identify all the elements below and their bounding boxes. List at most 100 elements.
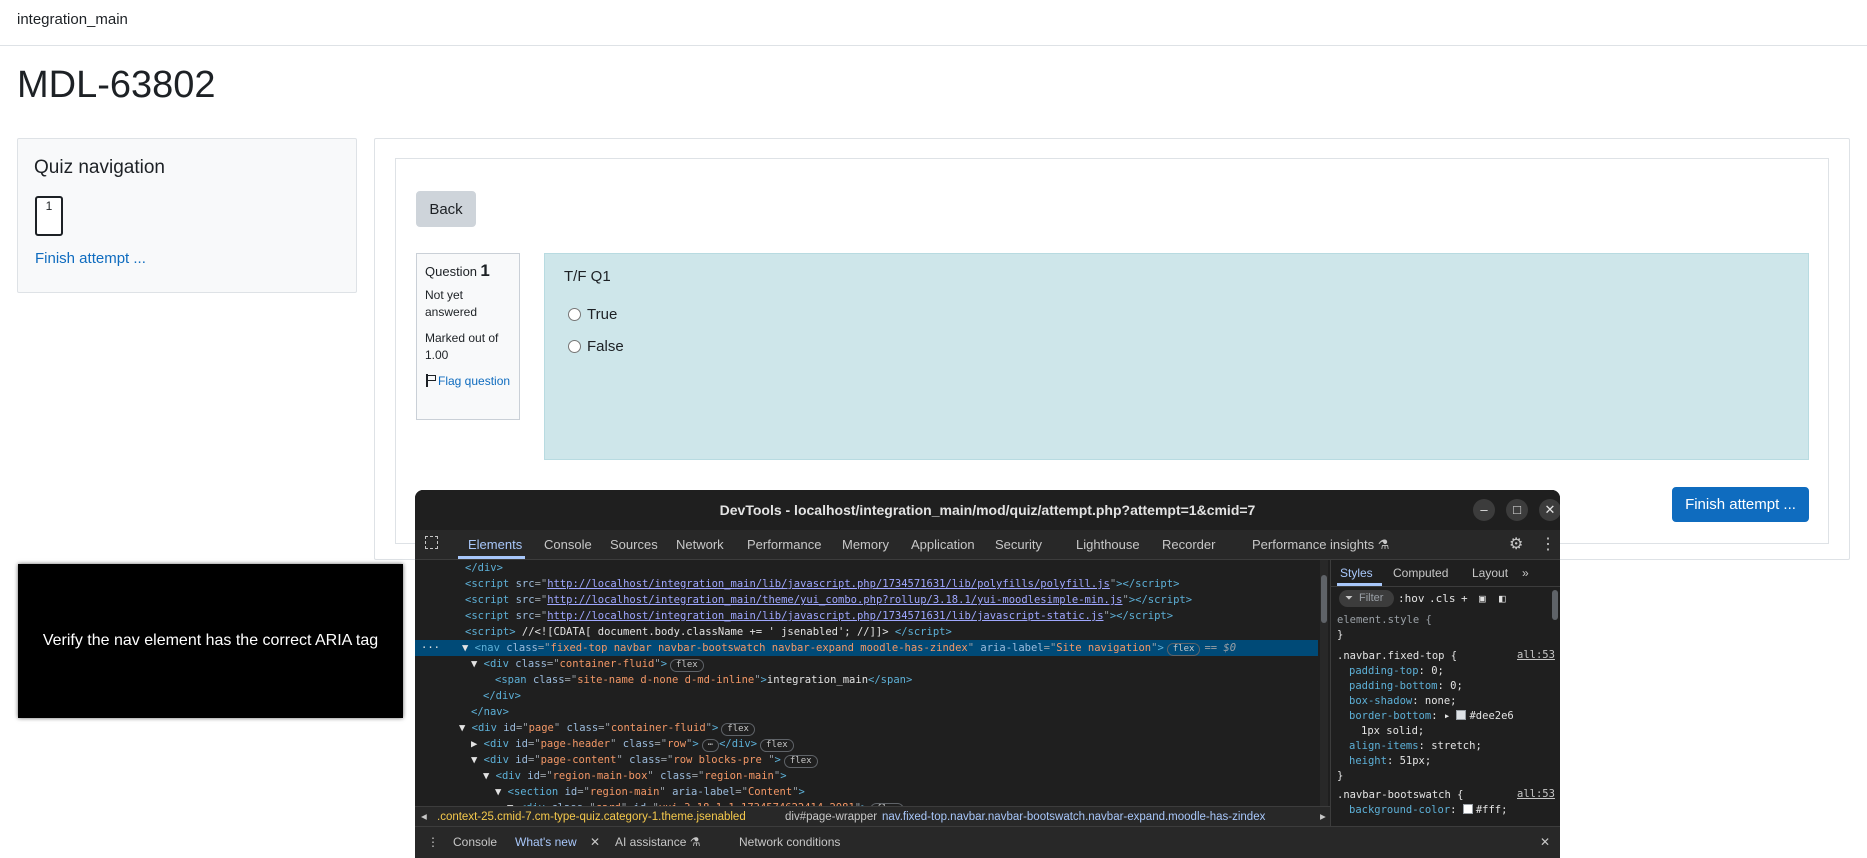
more-tabs-icon[interactable]: » <box>1522 566 1529 580</box>
breadcrumb-page-wrapper[interactable]: div#page-wrapper <box>785 807 877 827</box>
page-title: MDL-63802 <box>17 64 216 106</box>
new-rule-icon[interactable]: + <box>1461 592 1468 605</box>
sidebar-toggle-icon[interactable]: ◧ <box>1499 592 1506 605</box>
flex-badge[interactable]: flex <box>1166 643 1201 656</box>
color-swatch[interactable] <box>1456 710 1467 720</box>
dom-line[interactable]: <script src="http://localhost/integratio… <box>415 576 1179 592</box>
devtools-titlebar[interactable]: DevTools - localhost/integration_main/mo… <box>415 490 1560 530</box>
tab-elements[interactable]: Elements <box>468 537 522 552</box>
close-tab-icon[interactable]: ✕ <box>590 835 600 849</box>
flag-question-link[interactable]: Flag question <box>425 373 511 390</box>
answer-true[interactable]: True <box>568 306 617 323</box>
dom-line[interactable]: ▶ <div id="page-header" class="row"> ⋯ </d… <box>415 736 794 752</box>
dom-line[interactable]: ▼ <div id="page-content" class="row bloc… <box>415 752 818 768</box>
drawer-tab-network-conditions[interactable]: Network conditions <box>739 835 840 849</box>
breadcrumb-scroll-right-icon[interactable]: ▸ <box>1320 807 1326 827</box>
css-declaration[interactable]: background-color: #fff; <box>1337 803 1507 818</box>
dom-line[interactable]: </div> <box>415 688 521 704</box>
dom-line[interactable]: ▼ <div id="region-main-box" class="regio… <box>415 768 787 784</box>
paint-icon[interactable]: ▣ <box>1479 592 1486 605</box>
tab-security[interactable]: Security <box>995 537 1042 552</box>
tab-console[interactable]: Console <box>544 537 592 552</box>
dom-line[interactable]: ▼ <div id="page" class="container-fluid"… <box>415 720 755 736</box>
script-src-link[interactable]: http://localhost/integration_main/theme/… <box>547 594 1122 606</box>
more-options-icon[interactable]: ⋮ <box>1540 534 1556 554</box>
back-button[interactable]: Back <box>416 191 476 227</box>
devtools-title: DevTools - localhost/integration_main/mo… <box>719 502 1256 518</box>
dom-line[interactable]: ▼ <section id="region-main" aria-label="… <box>415 784 805 800</box>
dom-breadcrumbs: ◂ .context-25.cmid-7.cm-type-quiz.catego… <box>415 806 1330 827</box>
question-nav-button-1[interactable]: 1 <box>35 196 63 236</box>
question-number: Question 1 <box>425 262 511 281</box>
inspect-element-icon[interactable] <box>425 536 438 549</box>
dom-line-selected-nav[interactable]: ··· ▼ <nav class="fixed-top navbar navbar… <box>415 640 1318 656</box>
dom-line[interactable]: <span class="site-name d-none d-md-inlin… <box>415 672 912 688</box>
tab-performance-insights[interactable]: Performance insights ⚗ <box>1252 537 1389 553</box>
rule-source-link[interactable]: all:53 <box>1517 649 1555 661</box>
css-declaration[interactable]: padding-top: 0; <box>1337 664 1444 679</box>
flex-badge[interactable]: flex <box>783 755 818 768</box>
dom-line[interactable]: <script src="http://localhost/integratio… <box>415 592 1192 608</box>
tab-application[interactable]: Application <box>911 537 975 552</box>
answer-false[interactable]: False <box>568 338 624 355</box>
breadcrumb-scroll-left-icon[interactable]: ◂ <box>421 807 427 827</box>
script-src-link[interactable]: http://localhost/integration_main/lib/ja… <box>547 610 1103 622</box>
answer-false-radio[interactable] <box>568 340 581 353</box>
rule-selector[interactable]: .navbar-bootswatch { <box>1337 788 1463 803</box>
rule-source-link[interactable]: all:53 <box>1517 788 1555 800</box>
color-swatch[interactable] <box>1462 804 1473 814</box>
minimize-button[interactable]: – <box>1473 499 1495 521</box>
finish-attempt-link[interactable]: Finish attempt ... <box>35 250 146 267</box>
class-toggle[interactable]: .cls <box>1429 592 1456 605</box>
flag-icon <box>425 374 436 387</box>
element-style-selector[interactable]: element.style { <box>1337 613 1432 628</box>
tab-layout[interactable]: Layout <box>1472 566 1508 580</box>
css-declaration[interactable]: box-shadow: none; <box>1337 694 1456 709</box>
collapsed-ellipsis[interactable]: ⋯ <box>701 739 720 752</box>
dom-tag: </div> <box>465 562 503 574</box>
drawer-tab-whats-new[interactable]: What's new <box>515 835 577 849</box>
question-state: Not yet answered <box>425 288 478 319</box>
question-number-value: 1 <box>480 261 490 280</box>
answer-true-radio[interactable] <box>568 308 581 321</box>
drawer-tab-console[interactable]: Console <box>453 835 497 849</box>
finish-attempt-button[interactable]: Finish attempt ... <box>1672 487 1809 522</box>
breadcrumb-nav[interactable]: nav.fixed-top.navbar.navbar-bootswatch.n… <box>882 807 1265 827</box>
dom-scrollbar-thumb[interactable] <box>1321 575 1327 623</box>
close-window-button[interactable]: ✕ <box>1539 499 1560 521</box>
css-declaration[interactable]: height: 51px; <box>1337 754 1431 769</box>
drawer-tab-ai-assistance[interactable]: AI assistance ⚗ <box>615 835 700 849</box>
question-text: T/F Q1 <box>564 268 611 285</box>
dom-line[interactable]: </nav> <box>415 704 509 720</box>
close-drawer-icon[interactable]: ✕ <box>1540 835 1550 849</box>
tab-computed[interactable]: Computed <box>1393 566 1448 580</box>
script-src-link[interactable]: http://localhost/integration_main/lib/ja… <box>547 578 1110 590</box>
tab-recorder[interactable]: Recorder <box>1162 537 1215 552</box>
dom-line[interactable]: ▼ <div class="container-fluid"> flex <box>415 656 704 672</box>
flex-badge[interactable]: flex <box>721 723 755 736</box>
styles-filter-input[interactable]: Filter <box>1339 590 1394 607</box>
answer-false-label: False <box>587 338 624 355</box>
css-declaration[interactable]: border-bottom: ▸ #dee2e6 <box>1337 709 1514 724</box>
tab-sources[interactable]: Sources <box>610 537 658 552</box>
dom-line[interactable]: </div> <box>415 560 503 576</box>
tab-network[interactable]: Network <box>676 537 724 552</box>
css-declaration[interactable]: padding-bottom: 0; <box>1337 679 1463 694</box>
tab-performance[interactable]: Performance <box>747 537 821 552</box>
styles-scrollbar-thumb[interactable] <box>1552 590 1558 620</box>
breadcrumb-body[interactable]: .context-25.cmid-7.cm-type-quiz.category… <box>437 807 746 827</box>
dom-line[interactable]: <script> //<![CDATA[ document.body.class… <box>415 624 952 640</box>
settings-gear-icon[interactable]: ⚙ <box>1509 534 1523 554</box>
tab-styles[interactable]: Styles <box>1340 566 1373 580</box>
dom-line[interactable]: <script src="http://localhost/integratio… <box>415 608 1173 624</box>
flex-badge[interactable]: flex <box>670 659 704 672</box>
flex-badge[interactable]: flex <box>760 739 794 752</box>
maximize-button[interactable]: □ <box>1506 499 1528 521</box>
tab-memory[interactable]: Memory <box>842 537 889 552</box>
tab-lighthouse[interactable]: Lighthouse <box>1076 537 1140 552</box>
drawer-menu-icon[interactable]: ⋮ <box>427 835 439 849</box>
rule-selector[interactable]: .navbar.fixed-top { <box>1337 649 1457 664</box>
hover-state-toggle[interactable]: :hov <box>1398 592 1425 605</box>
css-declaration[interactable]: align-items: stretch; <box>1337 739 1482 754</box>
site-name[interactable]: integration_main <box>17 11 128 28</box>
